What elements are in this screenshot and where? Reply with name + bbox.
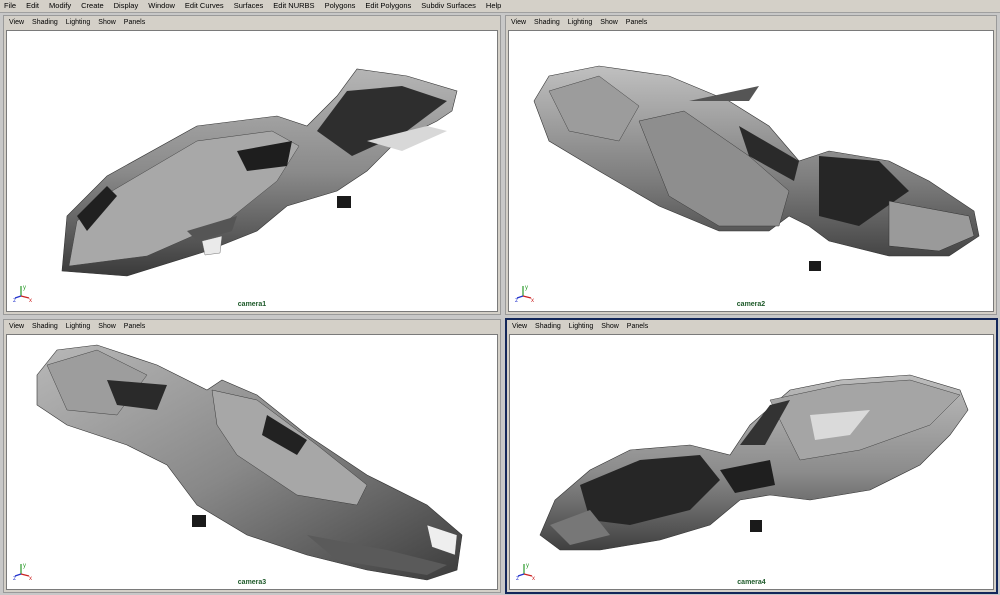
- axis-indicator: y x z: [516, 563, 535, 581]
- panel-menu-lighting[interactable]: Lighting: [565, 320, 598, 334]
- axis-indicator: y x z: [13, 563, 32, 581]
- viewport-camera3[interactable]: y x z camera3: [6, 334, 498, 590]
- menu-window[interactable]: Window: [143, 0, 180, 12]
- viewport-panel-2: View Shading Lighting Show Panels y x z …: [505, 15, 997, 315]
- camera-label: camera3: [237, 579, 267, 586]
- menu-edit-nurbs[interactable]: Edit NURBS: [268, 0, 319, 12]
- viewport-panel-3: View Shading Lighting Show Panels y x z …: [3, 319, 501, 593]
- vehicle-model-view-3: [36, 344, 463, 581]
- menu-subdiv-surfaces[interactable]: Subdiv Surfaces: [416, 0, 481, 12]
- panel-menu-show[interactable]: Show: [94, 320, 120, 334]
- viewport-panel-4: View Shading Lighting Show Panels y x z …: [505, 318, 998, 594]
- panel-menubar: View Shading Lighting Show Panels: [506, 16, 996, 30]
- panel-menu-panels[interactable]: Panels: [120, 320, 149, 334]
- menu-display[interactable]: Display: [109, 0, 144, 12]
- menu-edit[interactable]: Edit: [21, 0, 44, 12]
- panel-menu-shading[interactable]: Shading: [28, 320, 62, 334]
- camera-label: camera1: [237, 301, 267, 308]
- menu-edit-polygons[interactable]: Edit Polygons: [360, 0, 416, 12]
- axis-indicator: y x z: [515, 285, 534, 303]
- panel-menu-shading[interactable]: Shading: [28, 16, 62, 30]
- panel-menu-lighting[interactable]: Lighting: [62, 320, 95, 334]
- viewport-panel-1: View Shading Lighting Show Panels y x z …: [3, 15, 501, 315]
- panel-menubar: View Shading Lighting Show Panels: [4, 16, 500, 30]
- vehicle-model-view-2: [533, 65, 980, 271]
- menu-edit-curves[interactable]: Edit Curves: [180, 0, 229, 12]
- panel-menu-lighting[interactable]: Lighting: [62, 16, 95, 30]
- panel-menu-shading[interactable]: Shading: [530, 16, 564, 30]
- axis-indicator: y x z: [13, 285, 32, 303]
- panel-menu-view[interactable]: View: [507, 320, 531, 334]
- viewport-camera1[interactable]: y x z camera1: [6, 30, 498, 312]
- menu-surfaces[interactable]: Surfaces: [229, 0, 269, 12]
- vehicle-model-view-1: [61, 68, 458, 277]
- viewport-workspace: View Shading Lighting Show Panels y x z …: [0, 13, 1000, 595]
- panel-menu-panels[interactable]: Panels: [120, 16, 149, 30]
- camera-label: camera4: [737, 579, 766, 586]
- menu-file[interactable]: File: [0, 0, 21, 12]
- panel-menu-view[interactable]: View: [4, 16, 28, 30]
- panel-menu-panels[interactable]: Panels: [623, 320, 652, 334]
- panel-menubar: View Shading Lighting Show Panels: [507, 320, 996, 334]
- viewport-camera2[interactable]: y x z camera2: [508, 30, 994, 312]
- main-menubar: File Edit Modify Create Display Window E…: [0, 0, 1000, 13]
- menu-polygons[interactable]: Polygons: [320, 0, 361, 12]
- vehicle-model-view-4: [539, 374, 969, 551]
- axis-label-y: y: [23, 563, 26, 569]
- panel-menu-show[interactable]: Show: [94, 16, 120, 30]
- viewport-camera4[interactable]: y x z camera4: [509, 334, 994, 590]
- panel-menu-panels[interactable]: Panels: [622, 16, 651, 30]
- axis-label-y: y: [526, 563, 529, 569]
- panel-menubar: View Shading Lighting Show Panels: [4, 320, 500, 334]
- axis-label-y: y: [23, 285, 26, 291]
- panel-menu-shading[interactable]: Shading: [531, 320, 565, 334]
- panel-menu-view[interactable]: View: [506, 16, 530, 30]
- menu-modify[interactable]: Modify: [44, 0, 76, 12]
- panel-menu-show[interactable]: Show: [597, 320, 623, 334]
- menu-help[interactable]: Help: [481, 0, 506, 12]
- axis-label-y: y: [525, 285, 528, 291]
- camera-label: camera2: [736, 301, 766, 308]
- panel-menu-show[interactable]: Show: [596, 16, 622, 30]
- panel-menu-lighting[interactable]: Lighting: [564, 16, 597, 30]
- menu-create[interactable]: Create: [76, 0, 109, 12]
- panel-menu-view[interactable]: View: [4, 320, 28, 334]
